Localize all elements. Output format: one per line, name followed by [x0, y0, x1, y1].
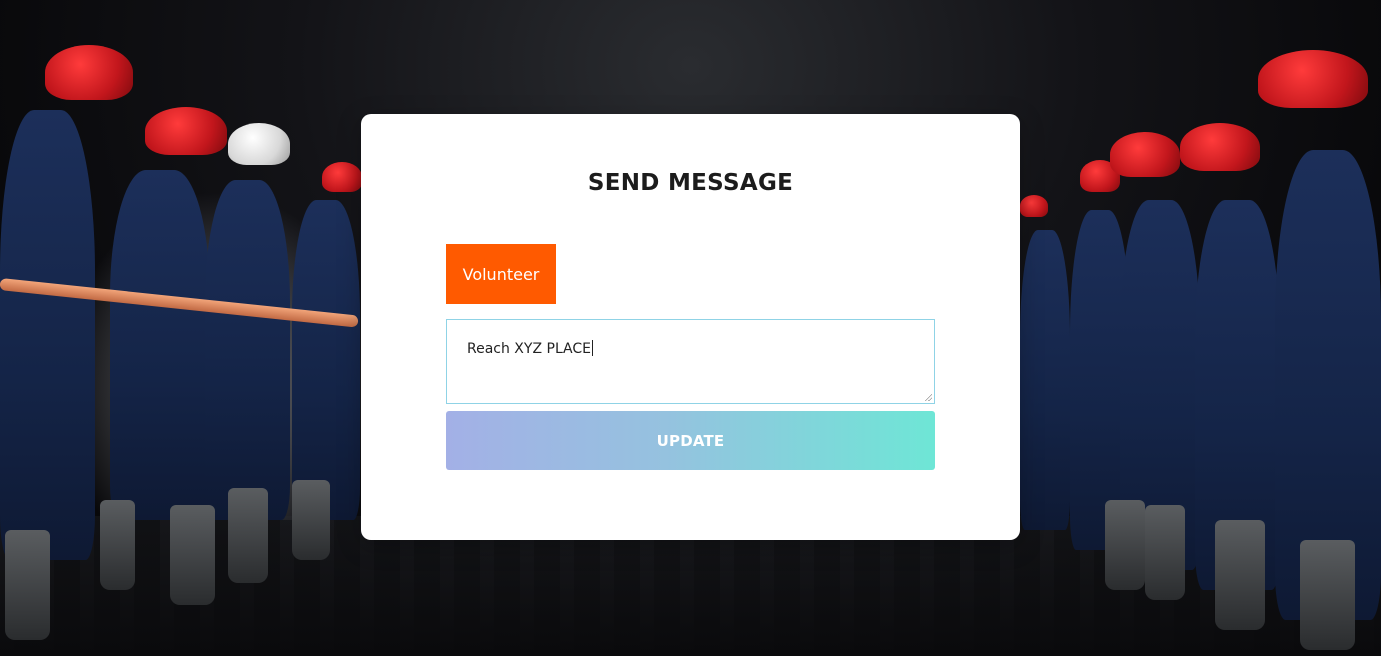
update-button[interactable]: UPDATE: [446, 411, 935, 470]
firefighter-helmet: [1180, 123, 1260, 171]
card-title: SEND MESSAGE: [587, 170, 794, 196]
boot: [1145, 505, 1185, 600]
firefighter-helmet: [322, 162, 362, 192]
boot: [292, 480, 330, 560]
volunteer-button[interactable]: Volunteer: [446, 244, 556, 304]
firefighter-helmet: [1258, 50, 1368, 108]
firefighter-helmet: [145, 107, 227, 155]
boot: [1105, 500, 1145, 590]
firefighter-helmet: [1020, 195, 1048, 217]
message-textarea[interactable]: Reach XYZ PLACE: [446, 319, 935, 404]
firefighter-helmet: [45, 45, 133, 100]
firefighter-helmet: [228, 123, 290, 165]
firefighter-helmet: [1110, 132, 1180, 177]
boot: [228, 488, 268, 583]
firefighter-figure: [0, 110, 95, 560]
send-message-card: SEND MESSAGE Volunteer Reach XYZ PLACE U…: [361, 114, 1020, 540]
firefighter-figure: [110, 170, 210, 520]
boot: [5, 530, 50, 640]
resize-handle-icon[interactable]: [924, 393, 932, 401]
message-text: Reach XYZ PLACE: [467, 341, 592, 357]
boot: [100, 500, 135, 590]
boot: [1300, 540, 1355, 650]
boot: [1215, 520, 1265, 630]
boot: [170, 505, 215, 605]
text-caret: [592, 340, 594, 356]
firefighter-figure: [292, 200, 360, 520]
firefighter-figure: [1020, 230, 1070, 530]
firefighter-figure: [205, 180, 290, 520]
